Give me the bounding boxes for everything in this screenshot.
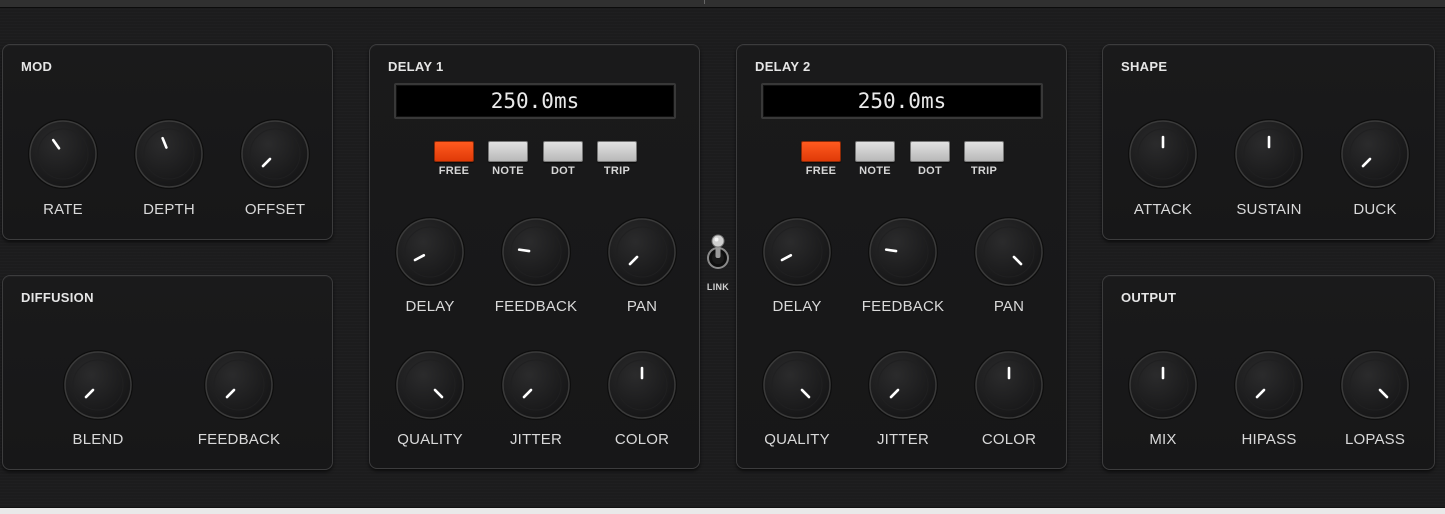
delay1-pan-label: PAN [626, 298, 658, 315]
output-panel-title: OUTPUT [1121, 290, 1177, 305]
delay1-delay-label: DELAY [405, 298, 455, 315]
link-label: LINK [706, 282, 730, 292]
delay1-trip-label: TRIP [603, 165, 631, 177]
mod-depth-knob[interactable] [133, 118, 205, 190]
delay1-note-button[interactable] [488, 141, 528, 162]
delay2-trip-label: TRIP [970, 165, 998, 177]
delay1-panel: DELAY 1 250.0ms FREE NOTE DOT TRIP DELAY… [369, 44, 700, 469]
delay1-feedback-label: FEEDBACK [494, 298, 578, 315]
shape-duck-knob[interactable] [1339, 118, 1411, 190]
delay1-jitter-label: JITTER [509, 431, 563, 448]
top-frame-notch [704, 0, 705, 4]
shape-sustain-label: SUSTAIN [1236, 201, 1302, 218]
delay2-quality-label: QUALITY [764, 431, 830, 448]
delay1-color-knob[interactable] [606, 349, 678, 421]
output-lopass-label: LOPASS [1344, 431, 1406, 448]
delay2-dot-label: DOT [917, 165, 943, 177]
bottom-frame [0, 507, 1445, 514]
shape-attack-knob[interactable] [1127, 118, 1199, 190]
delay2-trip-button[interactable] [964, 141, 1004, 162]
output-mix-label: MIX [1149, 431, 1177, 448]
output-mix-knob[interactable] [1127, 349, 1199, 421]
shape-panel: SHAPE ATTACK SUSTAIN DUCK [1102, 44, 1435, 240]
delay1-jitter-knob[interactable] [500, 349, 572, 421]
delay2-jitter-knob[interactable] [867, 349, 939, 421]
delay2-feedback-knob[interactable] [867, 216, 939, 288]
link-toggle-switch[interactable] [704, 232, 732, 272]
delay1-pan-knob[interactable] [606, 216, 678, 288]
delay1-panel-title: DELAY 1 [388, 59, 444, 74]
delay1-note-label: NOTE [492, 165, 524, 177]
delay2-quality-knob[interactable] [761, 349, 833, 421]
mod-offset-label: OFFSET [244, 201, 306, 218]
delay2-pan-label: PAN [993, 298, 1025, 315]
knob-pointer [884, 248, 898, 253]
top-frame [0, 0, 1445, 8]
output-hipass-knob[interactable] [1233, 349, 1305, 421]
delay1-quality-label: QUALITY [397, 431, 463, 448]
mod-offset-knob[interactable] [239, 118, 311, 190]
delay1-color-label: COLOR [614, 431, 670, 448]
output-panel: OUTPUT MIX HIPASS LOPASS [1102, 275, 1435, 470]
diffusion-panel-title: DIFFUSION [21, 290, 94, 305]
shape-duck-label: DUCK [1353, 201, 1397, 218]
delay1-dot-label: DOT [550, 165, 576, 177]
diffusion-panel: DIFFUSION BLEND FEEDBACK [2, 275, 333, 470]
delay2-jitter-label: JITTER [876, 431, 930, 448]
delay1-time-display[interactable]: 250.0ms [394, 83, 676, 119]
delay1-dot-button[interactable] [543, 141, 583, 162]
delay2-panel: DELAY 2 250.0ms FREE NOTE DOT TRIP DELAY… [736, 44, 1067, 469]
mod-depth-label: DEPTH [143, 201, 195, 218]
delay1-free-label: FREE [438, 165, 470, 177]
mod-panel: MOD RATE DEPTH OFFSET [2, 44, 333, 240]
delay1-delay-knob[interactable] [394, 216, 466, 288]
mod-rate-knob[interactable] [27, 118, 99, 190]
diffusion-feedback-knob[interactable] [203, 349, 275, 421]
mod-rate-label: RATE [43, 201, 83, 218]
output-hipass-label: HIPASS [1241, 431, 1297, 448]
mod-panel-title: MOD [21, 59, 53, 74]
diffusion-blend-knob[interactable] [62, 349, 134, 421]
delay2-color-knob[interactable] [973, 349, 1045, 421]
diffusion-feedback-label: FEEDBACK [197, 431, 281, 448]
delay2-delay-knob[interactable] [761, 216, 833, 288]
knob-pointer [517, 248, 531, 253]
delay1-free-button[interactable] [434, 141, 474, 162]
delay1-trip-button[interactable] [597, 141, 637, 162]
delay2-pan-knob[interactable] [973, 216, 1045, 288]
delay2-free-label: FREE [805, 165, 837, 177]
delay2-panel-title: DELAY 2 [755, 59, 811, 74]
delay2-delay-label: DELAY [772, 298, 822, 315]
delay2-free-button[interactable] [801, 141, 841, 162]
diffusion-blend-label: BLEND [72, 431, 124, 448]
output-lopass-knob[interactable] [1339, 349, 1411, 421]
shape-sustain-knob[interactable] [1233, 118, 1305, 190]
delay2-dot-button[interactable] [910, 141, 950, 162]
delay2-note-button[interactable] [855, 141, 895, 162]
delay2-color-label: COLOR [981, 431, 1037, 448]
delay2-time-display[interactable]: 250.0ms [761, 83, 1043, 119]
delay1-feedback-knob[interactable] [500, 216, 572, 288]
delay2-feedback-label: FEEDBACK [861, 298, 945, 315]
shape-panel-title: SHAPE [1121, 59, 1168, 74]
delay1-quality-knob[interactable] [394, 349, 466, 421]
plugin-window: MOD RATE DEPTH OFFSET DIFFUSION BLEND FE… [0, 0, 1445, 514]
delay2-note-label: NOTE [859, 165, 891, 177]
shape-attack-label: ATTACK [1133, 201, 1193, 218]
